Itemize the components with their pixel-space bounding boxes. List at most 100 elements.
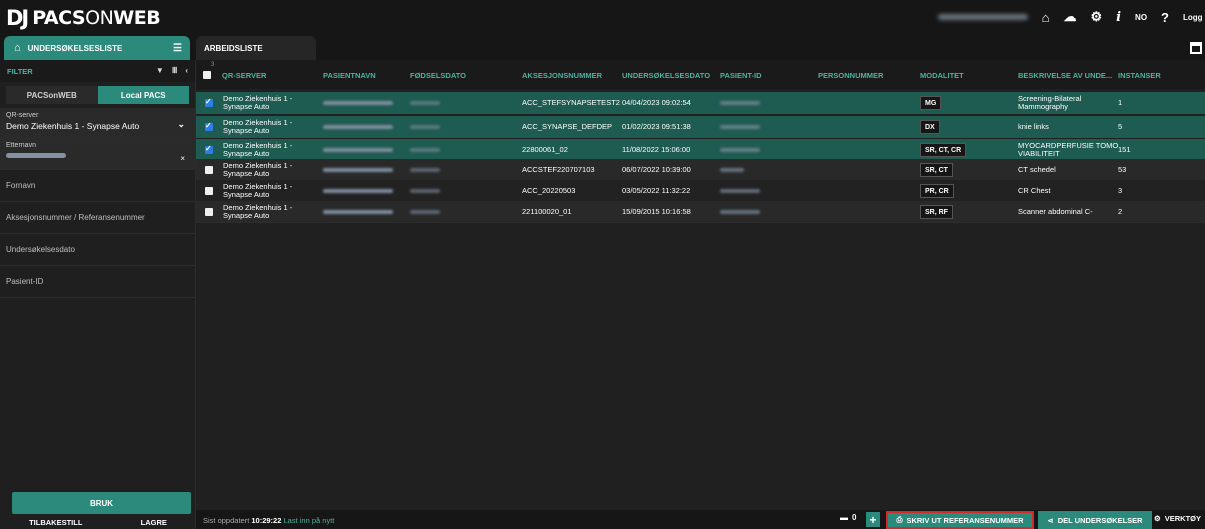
col-personal-number[interactable]: PERSONNUMMER [818, 71, 883, 80]
cell-patient-name-redacted [323, 148, 393, 152]
language-button[interactable]: NO [1135, 13, 1147, 22]
logout-button[interactable]: Logg ut [1183, 13, 1205, 22]
first-name-field[interactable]: Fornavn [0, 170, 195, 202]
info-icon[interactable]: i [1116, 10, 1121, 25]
modality-badge: DX [920, 120, 940, 134]
window-icon[interactable] [1190, 42, 1202, 54]
help-icon[interactable]: ? [1161, 10, 1169, 25]
row-checkbox[interactable] [205, 166, 213, 174]
top-bar: DJ PACSONWEB ⌂ ☁ ⚙ i NO ? Logg ut [0, 0, 1205, 34]
tab-label: ARBEIDSLISTE [204, 43, 263, 53]
exam-date-field[interactable]: Undersøkelsesdato [0, 234, 195, 266]
cell-exam-date: 11/08/2022 15:06:00 [622, 145, 691, 154]
collapse-icon[interactable]: ‹ [185, 66, 188, 75]
cell-qr-server: Demo Ziekenhuis 1 - Synapse Auto [223, 161, 293, 178]
select-all-checkbox[interactable] [203, 71, 211, 79]
printer-icon: ⎙ [896, 515, 903, 524]
cloud-upload-icon[interactable]: ☁ [1063, 9, 1076, 25]
cell-birth-date-redacted [410, 210, 440, 214]
surname-label: Etternavn [6, 142, 36, 149]
folder-count-value: 0 [852, 513, 857, 522]
col-birth-date[interactable]: FØDSELSDATO [410, 71, 466, 80]
cell-patient-name-redacted [323, 189, 393, 193]
table-row[interactable]: Demo Ziekenhuis 1 -Synapse Auto ACC_SYNAP… [196, 116, 1205, 138]
add-button[interactable]: + [866, 512, 880, 527]
study-table: 3 QR-SERVER PASIENTNAVN FØDSELSDATO AKSE… [196, 60, 1205, 510]
modality-badge: SR, CT [920, 163, 953, 177]
cell-qr-server: Demo Ziekenhuis 1 - Synapse Auto [223, 118, 293, 135]
col-patient-name[interactable]: PASIENTNAVN [323, 71, 376, 80]
sidebar-footer: TILBAKESTILL LAGRE [0, 515, 196, 529]
table-row[interactable]: Demo Ziekenhuis 1 -Synapse Auto ACC_STEFS… [196, 92, 1205, 114]
row-checkbox[interactable] [205, 97, 213, 107]
cell-instances: 151 [1118, 145, 1131, 154]
patient-id-field[interactable]: Pasient-ID [0, 266, 195, 298]
cell-description: MYOCARDPERFUSIE TOMO VIABILITEIT [1018, 141, 1119, 158]
surname-field[interactable]: Etternavn × [0, 138, 195, 170]
cell-birth-date-redacted [410, 168, 440, 172]
share-studies-button[interactable]: ⋖ DEL UNDERSØKELSER [1038, 511, 1152, 529]
cell-exam-date: 01/02/2023 09:51:38 [622, 122, 691, 131]
tools-button[interactable]: ⚙ VERKTØY [1154, 514, 1201, 523]
share-icon: ⋖ [1047, 515, 1054, 525]
status-text: Sist oppdatert 10:29:22 Last inn på nytt [203, 516, 335, 525]
cell-patient-name-redacted [323, 210, 393, 214]
cell-birth-date-redacted [410, 125, 440, 129]
save-button[interactable]: LAGRE [141, 518, 167, 527]
cell-instances: 1 [1118, 98, 1123, 107]
gear-icon[interactable]: ⚙ [1090, 9, 1102, 25]
cell-exam-date: 15/09/2015 10:16:58 [622, 207, 691, 216]
row-checkbox[interactable] [205, 187, 213, 195]
cell-patient-id-redacted [720, 148, 760, 152]
table-row[interactable]: Demo Ziekenhuis 1 - Synapse Auto 221100020… [196, 201, 1205, 223]
table-row[interactable]: Demo Ziekenhuis 1 - Synapse Auto ACCSTEF22… [196, 159, 1205, 181]
folder-count[interactable]: ▬ 0 [840, 513, 856, 522]
tab-worklist[interactable]: ARBEIDSLISTE [196, 36, 316, 60]
filter-header: FILTER ▼ Ⅲ ‹ [0, 60, 195, 82]
home-icon[interactable]: ⌂ [1042, 10, 1050, 25]
print-reference-label: SKRIV UT REFERANSENUMMER [906, 515, 1024, 525]
tools-label: VERKTØY [1164, 514, 1201, 523]
gear-icon: ⚙ [1154, 514, 1161, 523]
col-accession[interactable]: AKSESJONSNUMMER [522, 71, 602, 80]
table-row[interactable]: Demo Ziekenhuis 1 -Synapse Auto 22800061_… [196, 139, 1205, 161]
cell-accession: ACC_STEFSYNAPSETEST2 [522, 98, 620, 107]
cell-patient-id-redacted [720, 168, 744, 172]
row-checkbox[interactable] [205, 144, 213, 154]
clear-icon[interactable]: × [180, 154, 185, 163]
tab-examination-list[interactable]: ⌂ UNDERSØKELSESLISTE ☰ [4, 36, 190, 60]
qr-server-label: QR-server [6, 112, 39, 119]
modality-badge: SR, CT, CR [920, 143, 967, 157]
app-logo[interactable]: DJ PACSONWEB [6, 6, 161, 30]
list-icon[interactable]: ☰ [173, 43, 182, 54]
funnel-icon[interactable]: ▼ [156, 66, 164, 75]
col-description[interactable]: BESKRIVELSE AV UNDE... [1018, 71, 1112, 80]
reload-link[interactable]: Last inn på nytt [284, 516, 335, 525]
row-checkbox[interactable] [205, 208, 213, 216]
col-patient-id[interactable]: PASIENT-ID [720, 71, 762, 80]
col-modality[interactable]: MODALITET [920, 71, 964, 80]
source-pacsonweb-button[interactable]: PACSonWEB [6, 86, 98, 104]
source-local-pacs-button[interactable]: Local PACS [97, 86, 189, 104]
cell-exam-date: 06/07/2022 10:39:00 [622, 165, 691, 174]
cell-exam-date: 04/04/2023 09:02:54 [622, 98, 691, 107]
cell-exam-date: 03/05/2022 11:32:22 [622, 186, 691, 195]
col-instances[interactable]: INSTANSER [1118, 71, 1161, 80]
cell-birth-date-redacted [410, 189, 440, 193]
print-reference-button[interactable]: ⎙ SKRIV UT REFERANSENUMMER [886, 511, 1034, 529]
cell-birth-date-redacted [410, 101, 440, 105]
selected-count: 3 [211, 62, 215, 68]
reset-button[interactable]: TILBAKESTILL [29, 518, 82, 527]
qr-server-select[interactable]: QR-server Demo Ziekenhuis 1 - Synapse Au… [0, 108, 195, 138]
table-row[interactable]: Demo Ziekenhuis 1 - Synapse Auto ACC_20220… [196, 180, 1205, 202]
apply-button[interactable]: BRUK [12, 492, 191, 514]
row-checkbox[interactable] [205, 121, 213, 131]
chevron-down-icon: ⌄ [177, 119, 185, 129]
cell-patient-name-redacted [323, 168, 393, 172]
accession-field[interactable]: Aksesjonsnummer / Referansenummer [0, 202, 195, 234]
source-toggle: PACSonWEB Local PACS [6, 86, 189, 104]
col-exam-date[interactable]: UNDERSØKELSESDATO [622, 71, 710, 80]
columns-icon[interactable]: Ⅲ [172, 66, 178, 75]
filter-sidebar: FILTER ▼ Ⅲ ‹ PACSonWEB Local PACS QR-ser… [0, 60, 196, 529]
col-qr-server[interactable]: QR-SERVER [222, 71, 266, 80]
